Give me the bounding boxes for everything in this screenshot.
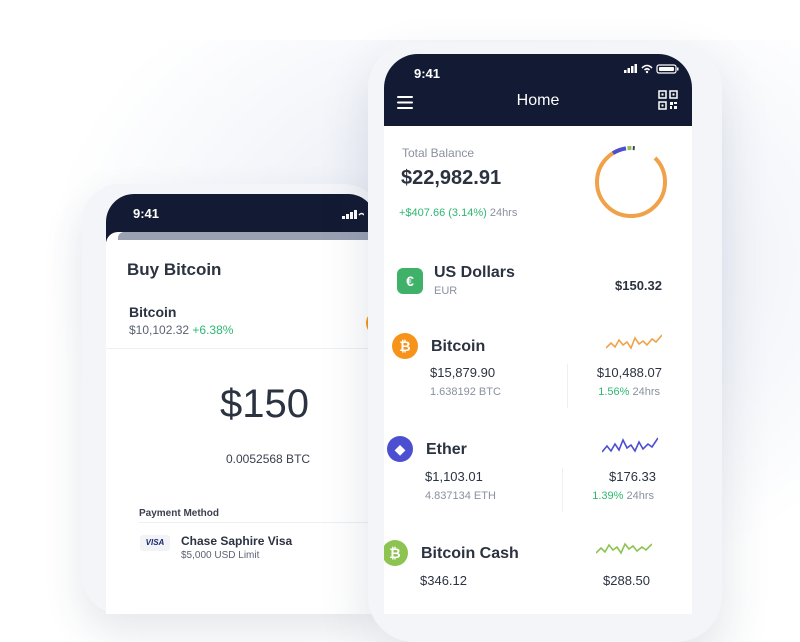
card-name[interactable]: Chase Saphire Visa [181, 534, 292, 548]
sheet-handle [118, 232, 376, 240]
coin-selector[interactable]: Bitcoin $10,102.32 +6.38% [106, 296, 376, 349]
visa-icon: VISA [140, 535, 170, 551]
coin-price: $10,102.32 [129, 323, 190, 337]
app-header: 9:41 Home [384, 54, 692, 126]
page-title: Home [516, 92, 560, 109]
ether-sparkline [602, 437, 658, 453]
asset-value: $150.32 [615, 278, 662, 293]
divider [139, 522, 376, 523]
balance-label: Total Balance [402, 146, 475, 160]
qr-code-icon[interactable] [658, 90, 678, 110]
portfolio-donut-chart [595, 146, 667, 218]
divider [567, 364, 568, 408]
status-time: 9:41 [133, 206, 160, 221]
asset-change: 1.56% [598, 386, 630, 398]
asset-period: 24hrs [632, 386, 660, 398]
asset-holding: 4.837134 ETH [425, 490, 496, 502]
asset-change-row: 1.56% 24hrs [598, 386, 660, 398]
asset-row-usd[interactable]: € US Dollars EUR $150.32 [384, 248, 692, 315]
card-limit: $5,000 USD Limit [181, 550, 260, 561]
asset-change: 1.39% [592, 490, 624, 502]
home-screen: 9:41 Home Total Balance $22,982.91 +$407… [384, 54, 692, 614]
asset-value: $288.50 [603, 573, 650, 588]
asset-price: $15,879.90 [430, 365, 496, 380]
coin-change: +6.38% [192, 323, 234, 337]
buy-screen: 9:41 Buy Bitcoin Bitcoin $10,102.32 +6.3… [106, 194, 376, 614]
divider [562, 468, 563, 512]
asset-name: Ether [426, 441, 467, 458]
home-phone: 9:41 Home Total Balance $22,982.91 +$407… [368, 42, 722, 642]
asset-row-bitcoin-cash[interactable]: ₿ Bitcoin Cash $346.12 $288.50 [384, 522, 692, 614]
bitcoin-sparkline [606, 334, 662, 350]
buy-phone: 9:41 Buy Bitcoin Bitcoin $10,102.32 +6.3… [82, 184, 382, 614]
asset-row-bitcoin[interactable]: ₿ Bitcoin $15,879.90 1.638192 BTC $10,48… [384, 314, 692, 419]
status-icons [624, 64, 679, 74]
asset-row-ether[interactable]: ◆ Ether $1,103.01 4.837134 ETH $176.33 1… [384, 418, 692, 523]
asset-name: Bitcoin [431, 338, 486, 355]
bitcoin-icon: ₿ [392, 333, 418, 359]
asset-price: $346.12 [420, 573, 467, 588]
asset-name: US Dollars [434, 264, 515, 281]
bitcoin-cash-icon: ₿ [384, 540, 408, 566]
page-title: Buy Bitcoin [127, 260, 222, 279]
asset-change-row: 1.39% 24hrs [592, 490, 654, 502]
ether-icon: ◆ [387, 436, 413, 462]
btc-equivalent: 0.0052568 BTC [226, 452, 311, 466]
euro-icon: € [397, 268, 423, 294]
bitcoin-cash-sparkline [596, 542, 652, 555]
balance-change: +$407.66 (3.14%) [399, 207, 487, 219]
payment-method-label: Payment Method [139, 508, 220, 519]
status-time: 9:41 [414, 66, 441, 81]
signal-icon [342, 210, 364, 219]
asset-period: 24hrs [626, 490, 654, 502]
asset-value: $176.33 [609, 469, 656, 484]
total-balance-card[interactable]: Total Balance $22,982.91 +$407.66 (3.14%… [384, 126, 692, 249]
buy-sheet: Buy Bitcoin Bitcoin $10,102.32 +6.38% $1… [106, 232, 376, 614]
asset-price: $1,103.01 [425, 469, 483, 484]
balance-period: 24hrs [489, 207, 518, 219]
balance-value: $22,982.91 [401, 167, 502, 189]
balance-change-row: +$407.66 (3.14%) 24hrs [399, 207, 517, 219]
asset-holding: 1.638192 BTC [430, 386, 501, 398]
asset-name: Bitcoin Cash [421, 545, 519, 562]
buy-amount[interactable]: $150 [220, 382, 309, 427]
asset-currency: EUR [434, 285, 458, 297]
coin-price-row: $10,102.32 +6.38% [129, 323, 233, 337]
asset-value: $10,488.07 [596, 365, 662, 380]
coin-name: Bitcoin [129, 304, 177, 320]
